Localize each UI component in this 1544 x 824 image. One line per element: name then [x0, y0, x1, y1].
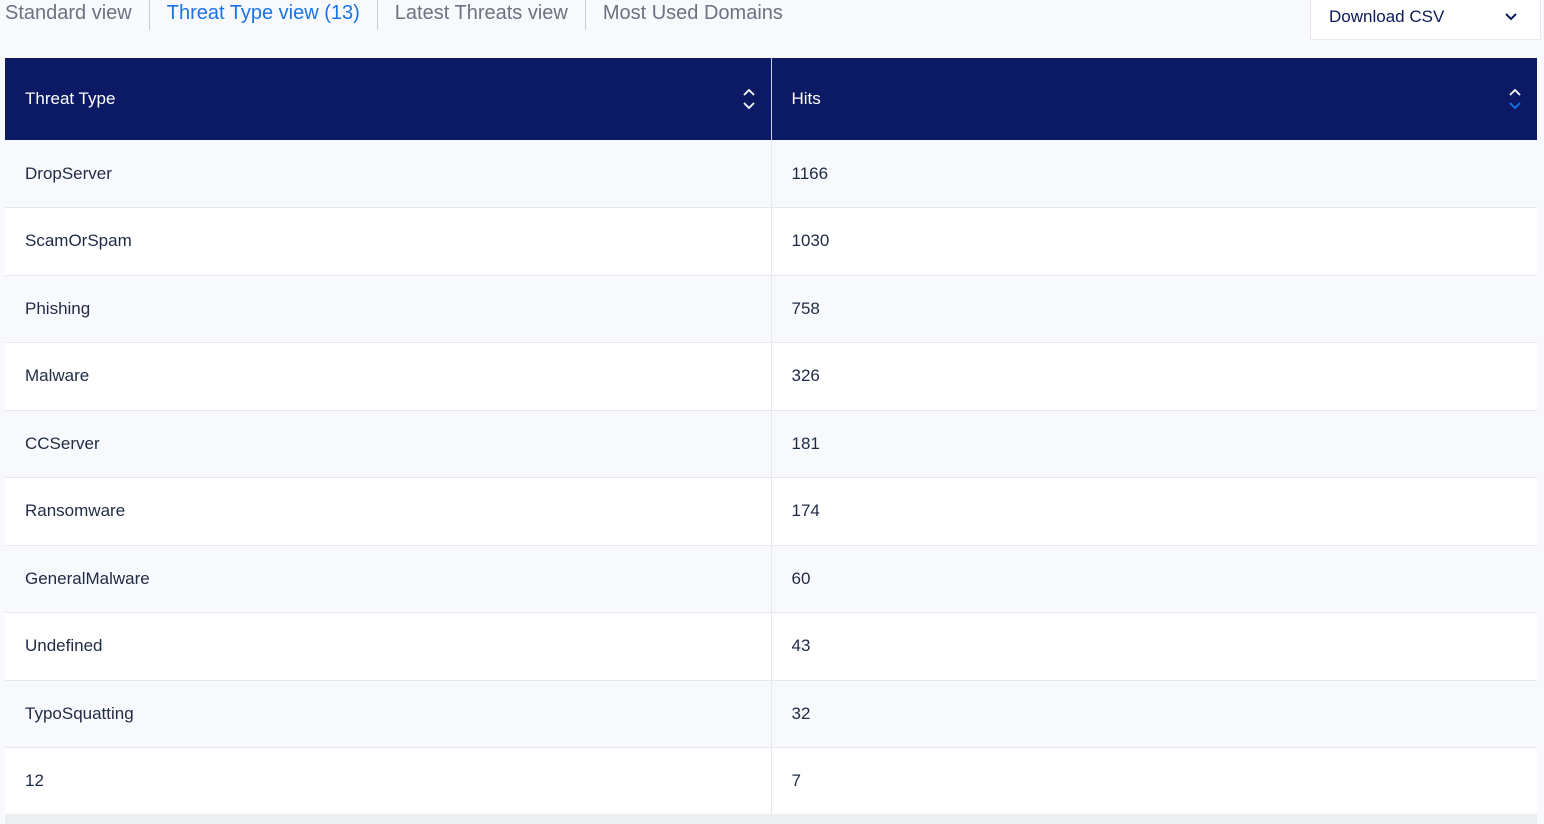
sort-descending-icon[interactable]	[1507, 86, 1523, 112]
cell-threat-type: Phishing	[5, 275, 772, 343]
download-csv-button[interactable]: Download CSV	[1310, 0, 1541, 40]
download-csv-label: Download CSV	[1329, 6, 1445, 26]
cell-threat-type: DropServer	[5, 140, 772, 208]
top-bar: Standard view Threat Type view (13) Late…	[0, 0, 1544, 50]
cell-threat-type: GeneralMalware	[5, 545, 772, 613]
table-row[interactable]: DropServer 1166	[5, 140, 1537, 208]
view-tabs: Standard view Threat Type view (13) Late…	[0, 0, 800, 30]
cell-hits: 1030	[771, 207, 1537, 276]
tab-latest-threats-view[interactable]: Latest Threats view	[378, 0, 586, 30]
cell-hits: 174	[771, 477, 1537, 546]
column-header-hits[interactable]: Hits	[771, 58, 1537, 140]
table-row[interactable]: Phishing 758	[5, 275, 1537, 343]
column-header-label: Hits	[791, 89, 821, 108]
cell-hits: 1166	[771, 140, 1537, 208]
cell-hits: 7	[771, 747, 1537, 816]
table-footer	[5, 814, 1537, 824]
cell-hits: 32	[771, 680, 1537, 748]
table-row[interactable]: CCServer 181	[5, 410, 1537, 478]
table-row[interactable]: 12 7	[5, 747, 1537, 816]
threat-type-table: Threat Type Hits DropServer 1166 ScamOrS…	[5, 58, 1537, 816]
cell-threat-type: CCServer	[5, 410, 772, 478]
cell-hits: 758	[771, 275, 1537, 343]
cell-hits: 326	[771, 342, 1537, 411]
table-row[interactable]: TypoSquatting 32	[5, 680, 1537, 748]
cell-threat-type: Undefined	[5, 612, 772, 681]
chevron-down-icon	[1504, 12, 1518, 22]
column-header-threat-type[interactable]: Threat Type	[5, 58, 772, 140]
sort-icon[interactable]	[741, 86, 757, 112]
table-row[interactable]: GeneralMalware 60	[5, 545, 1537, 613]
table-row[interactable]: ScamOrSpam 1030	[5, 207, 1537, 276]
tab-most-used-domains[interactable]: Most Used Domains	[586, 0, 800, 30]
table-row[interactable]: Malware 326	[5, 342, 1537, 411]
tab-threat-type-view[interactable]: Threat Type view (13)	[150, 0, 378, 30]
column-header-label: Threat Type	[25, 89, 116, 108]
cell-threat-type: TypoSquatting	[5, 680, 772, 748]
cell-hits: 43	[771, 612, 1537, 681]
cell-threat-type: Ransomware	[5, 477, 772, 546]
table-row[interactable]: Ransomware 174	[5, 477, 1537, 546]
cell-hits: 181	[771, 410, 1537, 478]
cell-hits: 60	[771, 545, 1537, 613]
tab-standard-view[interactable]: Standard view	[0, 0, 150, 30]
cell-threat-type: 12	[5, 747, 772, 816]
table-body: DropServer 1166 ScamOrSpam 1030 Phishing 758 M…	[5, 140, 1537, 816]
cell-threat-type: ScamOrSpam	[5, 207, 772, 276]
table-header-row: Threat Type Hits	[5, 58, 1537, 140]
table-row[interactable]: Undefined 43	[5, 612, 1537, 681]
cell-threat-type: Malware	[5, 342, 772, 411]
